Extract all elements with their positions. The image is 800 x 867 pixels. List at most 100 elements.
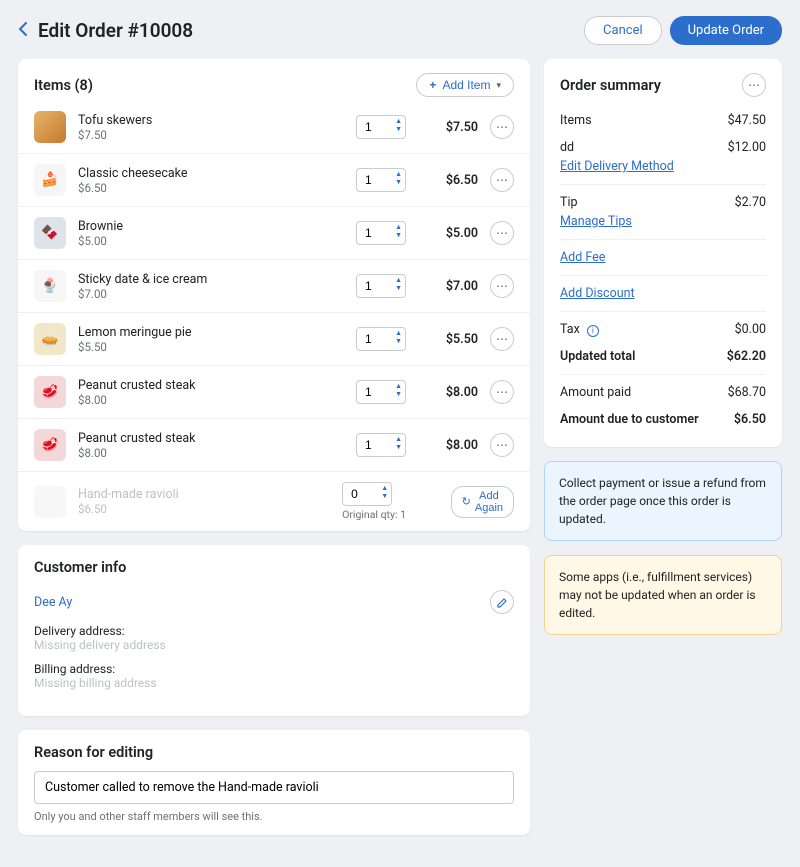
- item-name: Hand-made ravioli: [78, 487, 330, 502]
- removed-item-row: Hand-made ravioli $6.50 ▲▼ Original qty:…: [18, 471, 530, 531]
- item-row: 🍰 Classic cheesecake $6.50 ▲▼ $6.50 ⋯: [18, 153, 530, 206]
- reason-input[interactable]: [34, 771, 514, 804]
- info-banner: Collect payment or issue a refund from t…: [544, 461, 782, 541]
- summary-card: Order summary ⋯ Items $47.50 dd $12.00 E…: [544, 59, 782, 447]
- item-row: 🍨 Sticky date & ice cream $7.00 ▲▼ $7.00…: [18, 259, 530, 312]
- customer-card: Customer info Dee Ay Delivery address: M…: [18, 545, 530, 716]
- item-total: $8.00: [418, 385, 478, 400]
- add-discount-link[interactable]: Add Discount: [560, 286, 635, 301]
- item-row: 🥩 Peanut crusted steak $8.00 ▲▼ $8.00 ⋯: [18, 365, 530, 418]
- item-unit-price: $7.00: [78, 287, 344, 301]
- add-item-button[interactable]: + Add Item ▾: [416, 73, 514, 97]
- item-thumb: 🍫: [34, 217, 66, 249]
- item-name: Classic cheesecake: [78, 166, 344, 181]
- customer-title: Customer info: [34, 559, 126, 576]
- amount-due-label: Amount due to customer: [560, 412, 699, 427]
- delivery-address-value: Missing delivery address: [34, 638, 514, 652]
- add-fee-link[interactable]: Add Fee: [560, 250, 605, 265]
- warning-banner: Some apps (i.e., fulfillment services) m…: [544, 555, 782, 635]
- item-row: 🍫 Brownie $5.00 ▲▼ $5.00 ⋯: [18, 206, 530, 259]
- summary-dd-value: $12.00: [728, 140, 766, 155]
- item-menu-button[interactable]: ⋯: [490, 433, 514, 457]
- update-order-button[interactable]: Update Order: [670, 16, 782, 45]
- item-row: Tofu skewers $7.50 ▲▼ $7.50 ⋯: [18, 107, 530, 153]
- item-menu-button[interactable]: ⋯: [490, 168, 514, 192]
- item-unit-price: $5.00: [78, 234, 344, 248]
- back-icon[interactable]: [18, 21, 28, 40]
- item-thumb: 🍰: [34, 164, 66, 196]
- amount-paid-value: $68.70: [728, 385, 766, 400]
- chevron-down-icon: ▾: [496, 80, 501, 91]
- summary-items-value: $47.50: [728, 113, 766, 128]
- item-unit-price: $8.00: [78, 393, 344, 407]
- reason-note: Only you and other staff members will se…: [34, 810, 514, 823]
- item-menu-button[interactable]: ⋯: [490, 274, 514, 298]
- item-menu-button[interactable]: ⋯: [490, 221, 514, 245]
- customer-name-link[interactable]: Dee Ay: [34, 595, 72, 610]
- items-card: Items (8) + Add Item ▾ Tofu skewers $7.5…: [18, 59, 530, 531]
- add-again-button[interactable]: ↻ Add Again: [451, 486, 514, 518]
- plus-icon: +: [429, 78, 436, 92]
- info-icon[interactable]: i: [587, 325, 599, 337]
- manage-tips-link[interactable]: Manage Tips: [560, 214, 766, 229]
- item-row: 🥧 Lemon meringue pie $5.50 ▲▼ $5.50 ⋯: [18, 312, 530, 365]
- edit-delivery-method-link[interactable]: Edit Delivery Method: [560, 159, 766, 174]
- item-unit-price: $6.50: [78, 181, 344, 195]
- summary-tax-value: $0.00: [735, 322, 766, 337]
- billing-address-value: Missing billing address: [34, 676, 514, 690]
- summary-tip-value: $2.70: [735, 195, 766, 210]
- qty-input[interactable]: [356, 221, 406, 245]
- updated-total-value: $62.20: [727, 349, 766, 364]
- summary-tax-label: Tax: [560, 322, 580, 337]
- summary-dd-label: dd: [560, 140, 574, 155]
- amount-due-value: $6.50: [734, 412, 766, 427]
- item-name: Peanut crusted steak: [78, 378, 344, 393]
- items-title: Items (8): [34, 77, 93, 94]
- item-total: $5.00: [418, 226, 478, 241]
- item-thumb: [34, 486, 66, 518]
- qty-input[interactable]: [356, 115, 406, 139]
- item-name: Lemon meringue pie: [78, 325, 344, 340]
- reason-card: Reason for editing Only you and other st…: [18, 730, 530, 835]
- item-total: $7.00: [418, 279, 478, 294]
- summary-menu-button[interactable]: ⋯: [742, 73, 766, 97]
- qty-input[interactable]: [356, 433, 406, 457]
- qty-input[interactable]: [356, 168, 406, 192]
- qty-input[interactable]: [342, 482, 392, 506]
- original-qty-label: Original qty: 1: [342, 508, 406, 521]
- item-total: $5.50: [418, 332, 478, 347]
- item-name: Peanut crusted steak: [78, 431, 344, 446]
- delivery-address-label: Delivery address:: [34, 624, 514, 638]
- item-thumb: 🍨: [34, 270, 66, 302]
- summary-title: Order summary: [560, 77, 661, 94]
- item-unit-price: $7.50: [78, 128, 344, 142]
- qty-input[interactable]: [356, 327, 406, 351]
- summary-items-label: Items: [560, 113, 592, 128]
- item-menu-button[interactable]: ⋯: [490, 327, 514, 351]
- edit-customer-button[interactable]: [490, 590, 514, 614]
- item-total: $8.00: [418, 438, 478, 453]
- item-thumb: [34, 111, 66, 143]
- item-unit-price: $6.50: [78, 502, 330, 516]
- item-total: $6.50: [418, 173, 478, 188]
- item-menu-button[interactable]: ⋯: [490, 115, 514, 139]
- item-row: 🥩 Peanut crusted steak $8.00 ▲▼ $8.00 ⋯: [18, 418, 530, 471]
- item-thumb: 🥧: [34, 323, 66, 355]
- item-unit-price: $8.00: [78, 446, 344, 460]
- refresh-icon: ↻: [462, 495, 471, 508]
- item-thumb: 🥩: [34, 429, 66, 461]
- amount-paid-label: Amount paid: [560, 385, 631, 400]
- add-again-label: Add Again: [475, 490, 503, 514]
- qty-input[interactable]: [356, 380, 406, 404]
- item-menu-button[interactable]: ⋯: [490, 380, 514, 404]
- cancel-button[interactable]: Cancel: [584, 16, 662, 45]
- item-name: Sticky date & ice cream: [78, 272, 344, 287]
- item-thumb: 🥩: [34, 376, 66, 408]
- page-title: Edit Order #10008: [38, 19, 193, 42]
- add-item-label: Add Item: [442, 78, 490, 92]
- updated-total-label: Updated total: [560, 349, 635, 364]
- billing-address-label: Billing address:: [34, 662, 514, 676]
- item-name: Tofu skewers: [78, 113, 344, 128]
- qty-input[interactable]: [356, 274, 406, 298]
- item-unit-price: $5.50: [78, 340, 344, 354]
